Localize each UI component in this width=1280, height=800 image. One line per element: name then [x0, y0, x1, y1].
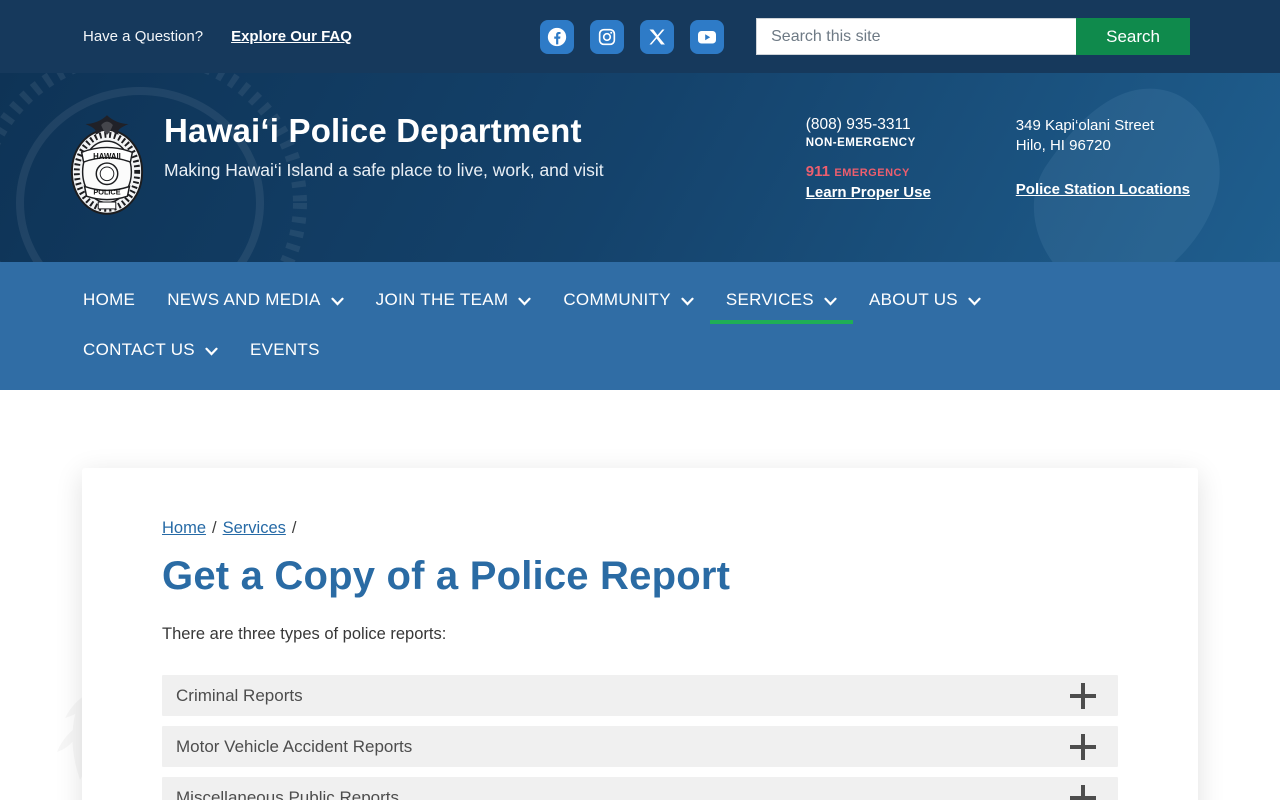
nav-label: SERVICES: [725, 290, 814, 309]
chevron-down-icon: [968, 297, 981, 306]
facebook-icon[interactable]: [540, 19, 575, 54]
police-station-locations-link[interactable]: Police Station Locations: [1016, 181, 1190, 198]
chevron-down-icon: [205, 347, 218, 356]
svg-text:POLICE: POLICE: [93, 188, 120, 197]
svg-text:HAWAII: HAWAII: [93, 152, 121, 161]
emergency-number: 911: [805, 163, 830, 180]
learn-proper-use-link[interactable]: Learn Proper Use: [806, 184, 931, 201]
address-line1: 349 Kapi‘olani Street: [1015, 117, 1155, 134]
breadcrumb-services-link[interactable]: Services: [223, 519, 286, 537]
intro-text: There are three types of police reports:: [162, 625, 447, 643]
nav-item-services[interactable]: SERVICES: [709, 272, 854, 332]
site-header: HAWAII POLICE Hawai‘i Police Department …: [0, 73, 1280, 262]
nav-label: HOME: [83, 290, 136, 309]
accordion-motor-vehicle-accident-reports[interactable]: Motor Vehicle Accident Reports: [162, 726, 1118, 767]
nav-item-about-us[interactable]: ABOUT US: [853, 272, 997, 332]
breadcrumb-separator: /: [212, 519, 217, 537]
content-card: Home / Services / Get a Copy of a Police Re…: [82, 468, 1198, 800]
address-line2: Hilo, HI 96720: [1015, 137, 1111, 155]
main-content-area: Home / Services / Get a Copy of a Police Re…: [0, 390, 1280, 800]
chevron-down-icon: [681, 297, 694, 306]
nav-label: JOIN THE TEAM: [375, 290, 509, 309]
accordion-label: Motor Vehicle Accident Reports: [176, 736, 413, 756]
topbar-right-group: Search: [540, 18, 1190, 55]
page-title: Get a Copy of a Police Report: [162, 554, 731, 598]
plus-icon[interactable]: [1070, 682, 1096, 709]
nav-item-events[interactable]: EVENTS: [234, 332, 336, 376]
instagram-icon[interactable]: [590, 19, 625, 54]
nav-item-contact-us[interactable]: CONTACT US: [67, 332, 234, 376]
site-title: Hawai‘i Police Department: [164, 112, 582, 149]
search-input[interactable]: [756, 18, 1077, 55]
nav-item-news-and-media[interactable]: NEWS AND MEDIA: [151, 272, 359, 332]
non-emergency-label: NON-EMERGENCY: [805, 137, 916, 149]
main-nav: HOME NEWS AND MEDIA JOIN THE TEAM COMMUN…: [0, 262, 1280, 390]
nav-label: EVENTS: [249, 340, 320, 359]
youtube-icon[interactable]: [690, 19, 725, 54]
nav-label: CONTACT US: [83, 340, 195, 359]
nav-label: ABOUT US: [868, 290, 958, 309]
chevron-down-icon: [518, 297, 531, 306]
search-button[interactable]: Search: [1076, 18, 1190, 55]
accordion-miscellaneous-public-reports[interactable]: Miscellaneous Public Reports: [162, 777, 1118, 800]
chevron-down-icon: [331, 297, 344, 306]
explore-faq-link[interactable]: Explore Our FAQ: [231, 28, 352, 45]
x-twitter-icon[interactable]: [640, 19, 675, 54]
nav-item-community[interactable]: COMMUNITY: [547, 272, 710, 332]
plus-icon[interactable]: [1070, 733, 1096, 760]
hpd-badge-logo: HAWAII POLICE: [70, 115, 144, 215]
address-block: 349 Kapi‘olani Street Hilo, HI 96720 Pol…: [1016, 116, 1190, 202]
accordion-criminal-reports[interactable]: Criminal Reports: [162, 675, 1118, 716]
breadcrumb-separator: /: [291, 519, 297, 537]
phone-number[interactable]: (808) 935-3311: [806, 116, 931, 134]
emergency-label: EMERGENCY: [834, 167, 910, 179]
phone-block: (808) 935-3311 NON-EMERGENCY 911 EMERGEN…: [806, 116, 931, 202]
accordion-label: Miscellaneous Public Reports: [176, 787, 399, 800]
breadcrumb-home-link[interactable]: Home: [162, 519, 206, 537]
chevron-down-icon: [824, 297, 837, 306]
nav-label: NEWS AND MEDIA: [167, 290, 321, 309]
nav-item-home[interactable]: HOME: [67, 272, 151, 332]
plus-icon[interactable]: [1070, 784, 1096, 800]
have-a-question-label: Have a Question?: [83, 28, 204, 45]
breadcrumb: Home / Services /: [162, 519, 1118, 538]
nav-item-join-the-team[interactable]: JOIN THE TEAM: [360, 272, 548, 332]
accordion-list: Criminal Reports Motor Vehicle Accident …: [162, 675, 1118, 800]
top-utility-bar: Have a Question? Explore Our FAQ Search: [0, 0, 1280, 73]
site-search: Search: [756, 18, 1190, 55]
site-tagline: Making Hawai‘i Island a safe place to li…: [164, 159, 604, 180]
nav-label: COMMUNITY: [563, 290, 671, 309]
accordion-label: Criminal Reports: [176, 685, 303, 705]
